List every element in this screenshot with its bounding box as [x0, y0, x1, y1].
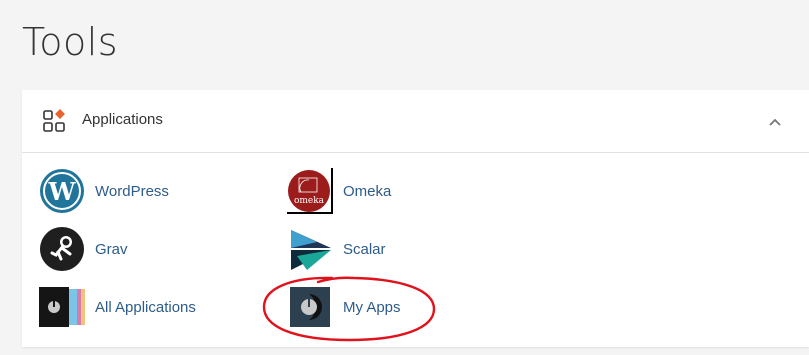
app-label[interactable]: WordPress — [95, 183, 169, 200]
all-applications-icon — [39, 287, 85, 327]
app-scalar[interactable]: Scalar — [287, 226, 386, 272]
scalar-icon — [291, 230, 331, 270]
app-label[interactable]: My Apps — [343, 299, 401, 316]
wordpress-icon: W — [40, 169, 84, 213]
app-label[interactable]: Scalar — [343, 241, 386, 258]
my-apps-icon — [290, 287, 330, 327]
app-label[interactable]: Grav — [95, 241, 128, 258]
app-grav[interactable]: Grav — [39, 226, 128, 272]
app-omeka[interactable]: omeka Omeka — [287, 168, 391, 214]
app-all-applications[interactable]: All Applications — [39, 284, 196, 330]
svg-text:omeka: omeka — [294, 196, 325, 206]
app-wordpress[interactable]: W WordPress — [39, 168, 169, 214]
apps-grid-icon — [43, 109, 65, 132]
applications-panel: Applications W WordPress omeka Omeka Gra… — [22, 90, 809, 347]
app-label[interactable]: Omeka — [343, 183, 391, 200]
omeka-icon: omeka — [287, 168, 333, 214]
chevron-up-icon[interactable] — [765, 112, 785, 132]
page-title: Tools — [22, 20, 119, 64]
grav-icon — [40, 227, 84, 271]
app-my-apps[interactable]: My Apps — [287, 284, 401, 330]
svg-text:W: W — [48, 177, 77, 206]
applications-panel-title: Applications — [82, 111, 163, 128]
applications-panel-header[interactable]: Applications — [22, 90, 809, 153]
app-label[interactable]: All Applications — [95, 299, 196, 316]
